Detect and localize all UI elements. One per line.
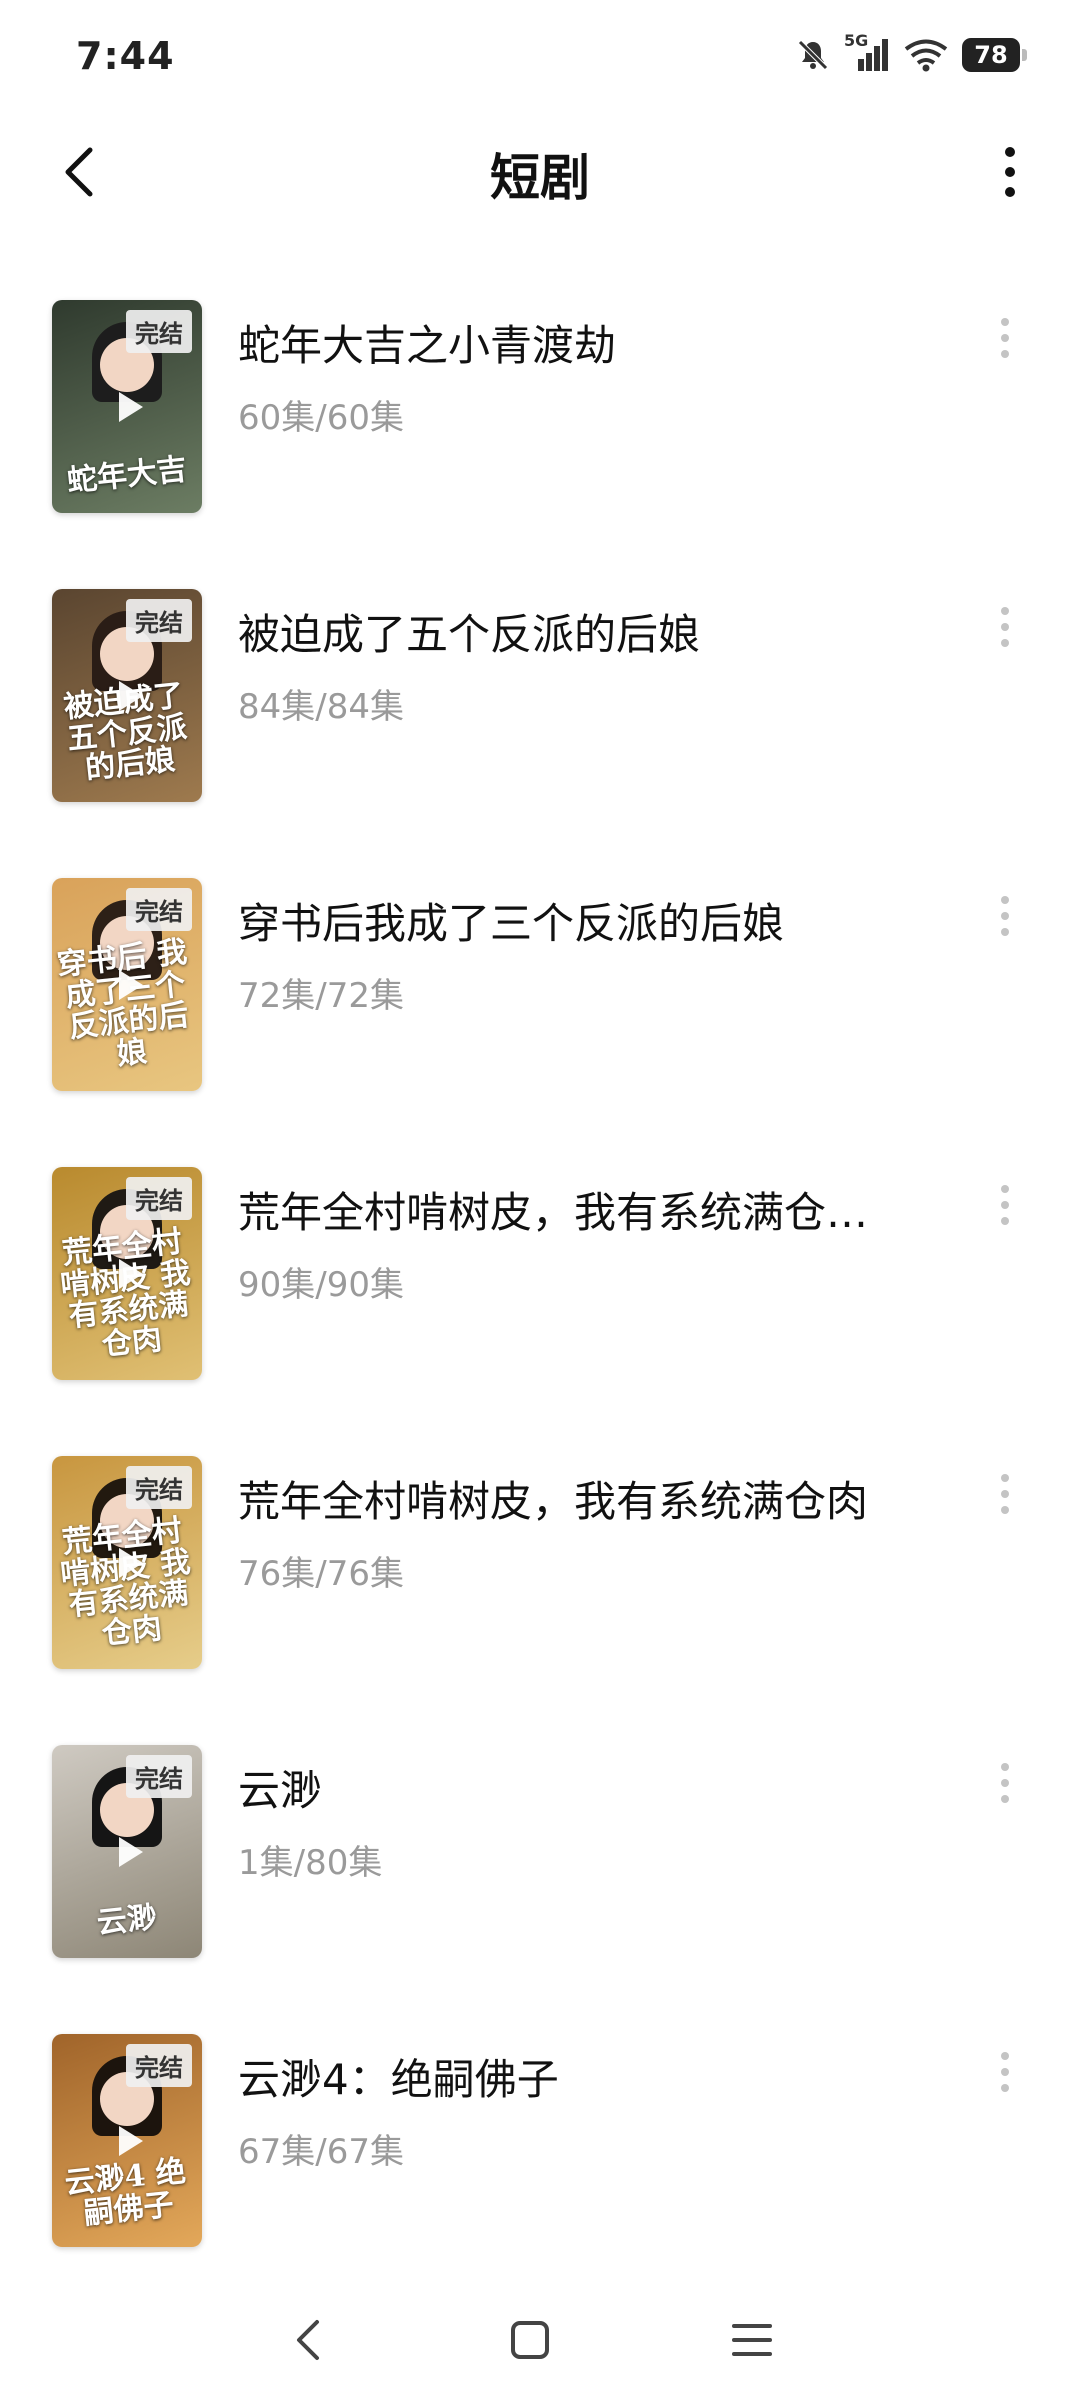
poster-title-art: 荒年全村啃树皮 我有系统满仓肉 <box>58 1513 193 1652</box>
more-dot-icon <box>1001 607 1009 615</box>
play-icon <box>119 680 143 711</box>
play-icon <box>119 1547 143 1578</box>
wifi-icon <box>904 39 948 72</box>
more-dot-icon <box>1001 1763 1009 1771</box>
poster-thumbnail[interactable]: 荒年全村啃树皮 我有系统满仓肉 完结 <box>52 1456 202 1669</box>
episode-count: 90集/90集 <box>238 1265 404 1305</box>
drama-title[interactable]: 穿书后我成了三个反派的后娘 <box>238 890 898 951</box>
status-time: 7:44 <box>76 34 175 78</box>
poster-thumbnail[interactable]: 穿书后 我成了三个反派的后娘 完结 <box>52 878 202 1091</box>
list-item[interactable]: 云渺 完结 云渺 1集/80集 <box>0 1735 1080 2024</box>
drama-title[interactable]: 荒年全村啃树皮，我有系统满仓肉 <box>238 1468 898 1529</box>
more-dot-icon <box>1001 896 1009 904</box>
status-badge: 完结 <box>126 1177 192 1220</box>
list-item[interactable]: 荒年全村啃树皮 我有系统满仓肉 完结 荒年全村啃树皮，我有系统满仓… 90集/90集 <box>0 1157 1080 1446</box>
more-dot-icon <box>1001 1474 1009 1482</box>
poster-title-art: 荒年全村啃树皮 我有系统满仓肉 <box>58 1224 193 1363</box>
mute-bell-icon <box>798 40 828 70</box>
episode-count: 60集/60集 <box>238 398 404 438</box>
poster-title-art: 穿书后 我成了三个反派的后娘 <box>55 934 191 1072</box>
episode-count: 72集/72集 <box>238 976 404 1016</box>
poster-thumbnail[interactable]: 云渺4 绝嗣佛子 完结 <box>52 2034 202 2247</box>
list-item[interactable]: 被迫成了五个反派的后娘 完结 被迫成了五个反派的后娘 84集/84集 <box>0 579 1080 868</box>
episode-count: 67集/67集 <box>238 2132 404 2172</box>
signal-icon: 5G <box>844 31 890 73</box>
nav-recents-button[interactable] <box>712 2300 792 2380</box>
status-badge: 完结 <box>126 599 192 642</box>
status-badge: 完结 <box>126 2044 192 2087</box>
play-icon <box>119 969 143 1000</box>
episode-count: 1集/80集 <box>238 1843 383 1883</box>
more-dot-icon <box>1001 318 1009 326</box>
item-more-button[interactable] <box>980 1175 1030 1235</box>
more-vertical-icon <box>1005 147 1015 197</box>
poster-thumbnail[interactable]: 被迫成了五个反派的后娘 完结 <box>52 589 202 802</box>
nav-home-button[interactable] <box>490 2300 570 2380</box>
item-more-button[interactable] <box>980 1753 1030 1813</box>
status-badge: 完结 <box>126 1755 192 1798</box>
drama-title[interactable]: 被迫成了五个反派的后娘 <box>238 601 898 662</box>
status-bar: 7:44 5G 78 <box>0 0 1080 110</box>
more-options-button[interactable] <box>970 132 1050 212</box>
more-dot-icon <box>1001 1201 1009 1209</box>
status-badge: 完结 <box>126 310 192 353</box>
item-more-button[interactable] <box>980 1464 1030 1524</box>
status-badge: 完结 <box>126 888 192 931</box>
play-icon <box>119 391 143 422</box>
more-dot-icon <box>1001 912 1009 920</box>
list-item[interactable]: 蛇年大吉 完结 蛇年大吉之小青渡劫 60集/60集 <box>0 290 1080 579</box>
more-dot-icon <box>1001 2084 1009 2092</box>
item-more-button[interactable] <box>980 308 1030 368</box>
list-item[interactable]: 穿书后 我成了三个反派的后娘 完结 穿书后我成了三个反派的后娘 72集/72集 <box>0 868 1080 1157</box>
nav-back-button[interactable] <box>268 2300 348 2380</box>
battery-icon: 78 <box>962 38 1027 72</box>
list-item[interactable]: 云渺4 绝嗣佛子 完结 云渺4：绝嗣佛子 67集/67集 <box>0 2024 1080 2313</box>
more-dot-icon <box>1001 2052 1009 2060</box>
drama-list: 蛇年大吉 完结 蛇年大吉之小青渡劫 60集/60集 被迫成了五个反派的后娘 完结 被迫成了五… <box>0 290 1080 2313</box>
poster-thumbnail[interactable]: 云渺 完结 <box>52 1745 202 1958</box>
page-title: 短剧 <box>490 149 590 207</box>
item-more-button[interactable] <box>980 597 1030 657</box>
poster-thumbnail[interactable]: 荒年全村啃树皮 我有系统满仓肉 完结 <box>52 1167 202 1380</box>
poster-thumbnail[interactable]: 蛇年大吉 完结 <box>52 300 202 513</box>
more-dot-icon <box>1001 928 1009 936</box>
drama-title[interactable]: 云渺4：绝嗣佛子 <box>238 2046 898 2107</box>
more-dot-icon <box>1001 2068 1009 2076</box>
item-more-button[interactable] <box>980 2042 1030 2102</box>
nav-home-icon <box>511 2321 549 2359</box>
more-dot-icon <box>1001 1217 1009 1225</box>
more-dot-icon <box>1001 1185 1009 1193</box>
play-icon <box>119 1836 143 1867</box>
more-dot-icon <box>1001 639 1009 647</box>
play-icon <box>119 2125 143 2156</box>
status-badge: 完结 <box>126 1466 192 1509</box>
nav-recents-icon <box>732 2324 772 2356</box>
more-dot-icon <box>1001 350 1009 358</box>
more-dot-icon <box>1001 623 1009 631</box>
battery-level: 78 <box>974 41 1008 69</box>
play-icon <box>119 1258 143 1289</box>
more-dot-icon <box>1001 1779 1009 1787</box>
drama-title[interactable]: 蛇年大吉之小青渡劫 <box>238 312 898 373</box>
drama-title[interactable]: 荒年全村啃树皮，我有系统满仓… <box>238 1179 898 1240</box>
drama-title[interactable]: 云渺 <box>238 1757 898 1818</box>
system-nav-bar <box>0 2280 1080 2400</box>
more-dot-icon <box>1001 1795 1009 1803</box>
more-dot-icon <box>1001 334 1009 342</box>
header: 短剧 <box>0 110 1080 230</box>
episode-count: 84集/84集 <box>238 687 404 727</box>
episode-count: 76集/76集 <box>238 1554 404 1594</box>
nav-back-icon <box>297 2320 319 2360</box>
more-dot-icon <box>1001 1506 1009 1514</box>
more-dot-icon <box>1001 1490 1009 1498</box>
list-item[interactable]: 荒年全村啃树皮 我有系统满仓肉 完结 荒年全村啃树皮，我有系统满仓肉 76集/76集 <box>0 1446 1080 1735</box>
status-icons: 5G 78 <box>796 30 1027 80</box>
item-more-button[interactable] <box>980 886 1030 946</box>
